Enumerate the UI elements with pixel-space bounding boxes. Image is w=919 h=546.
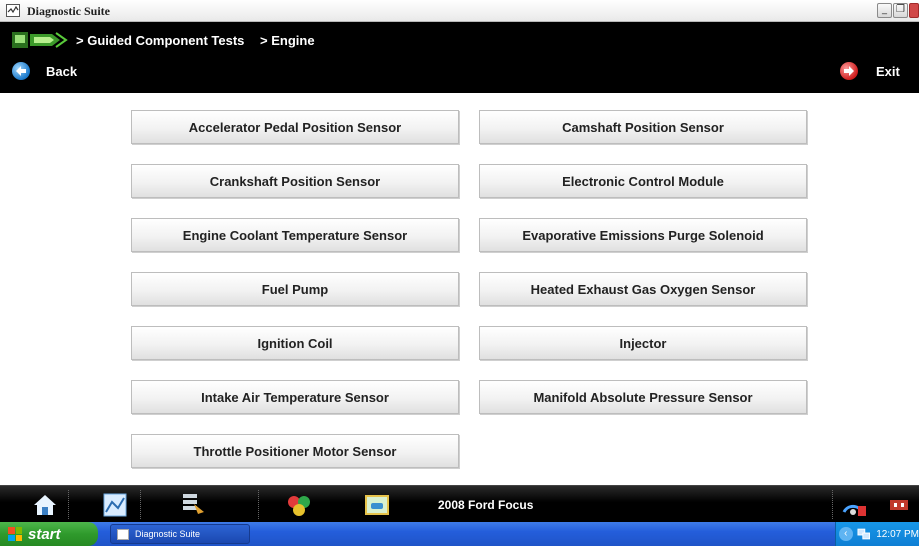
component-button[interactable]: Injector [479,326,807,360]
component-button[interactable]: Heated Exhaust Gas Oxygen Sensor [479,272,807,306]
start-button[interactable]: start [0,522,98,546]
task-label: Diagnostic Suite [135,529,201,539]
component-button[interactable]: Ignition Coil [131,326,459,360]
network-icon[interactable] [857,528,871,540]
breadcrumb-guided-component-tests[interactable]: > Guided Component Tests [76,33,244,48]
app-header: > Guided Component Tests > Engine Back E… [0,22,919,93]
back-button[interactable]: Back [12,59,77,83]
tools-icon[interactable] [178,490,208,520]
back-arrow-icon [12,62,30,80]
component-button[interactable]: Throttle Positioner Motor Sensor [131,434,459,468]
component-button[interactable]: Manifold Absolute Pressure Sensor [479,380,807,414]
vehicle-name: 2008 Ford Focus [438,498,534,512]
usb-icon [890,500,908,510]
home-icon[interactable] [30,490,60,520]
app-window-icon [6,4,20,17]
component-button[interactable]: Engine Coolant Temperature Sensor [131,218,459,252]
bottom-toolbar: 2008 Ford Focus [0,485,919,522]
close-button[interactable] [909,3,919,18]
taskbar-app-diagnostic-suite[interactable]: Diagnostic Suite [110,524,250,544]
component-button[interactable]: Electronic Control Module [479,164,807,198]
back-label: Back [46,63,78,79]
component-list: Accelerator Pedal Position Sensor Cranks… [0,93,919,485]
system-tray: ‹ 12:07 PM [835,522,919,546]
breadcrumb: > Guided Component Tests > Engine [76,33,327,48]
minimize-button[interactable]: _ [877,3,892,18]
data-list-icon[interactable] [100,490,130,520]
guided-tests-icon [12,32,68,48]
clock: 12:07 PM [876,528,919,540]
component-button[interactable]: Camshaft Position Sensor [479,110,807,144]
vehicle-icon[interactable] [362,490,392,520]
exit-button[interactable]: Exit [840,59,900,83]
start-label: start [28,525,61,543]
connection-icon[interactable] [838,490,868,520]
breadcrumb-engine: > Engine [260,33,315,48]
component-button[interactable]: Accelerator Pedal Position Sensor [131,110,459,144]
exit-label: Exit [876,63,900,79]
windows-logo-icon [8,527,22,541]
exit-arrow-icon [840,62,858,80]
component-button[interactable]: Evaporative Emissions Purge Solenoid [479,218,807,252]
component-button[interactable]: Crankshaft Position Sensor [131,164,459,198]
window-title: Diagnostic Suite [27,4,111,18]
modules-icon[interactable] [284,490,314,520]
window-title-bar: Diagnostic Suite _ ❐ [0,0,919,22]
os-taskbar: start Diagnostic Suite ‹ 12:07 PM [0,522,919,546]
component-button[interactable]: Intake Air Temperature Sensor [131,380,459,414]
component-button[interactable]: Fuel Pump [131,272,459,306]
task-app-icon [117,528,129,540]
show-hidden-icons-icon[interactable]: ‹ [839,527,853,541]
maximize-button[interactable]: ❐ [893,3,908,18]
